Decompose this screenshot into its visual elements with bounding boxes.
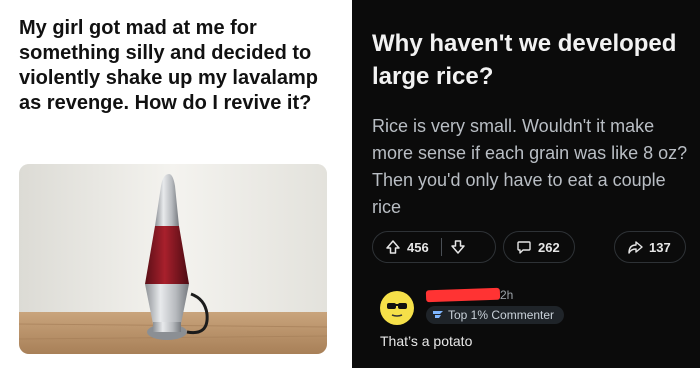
post-title: My girl got mad at me for something sill… — [19, 17, 319, 114]
comments-button[interactable]: 262 — [503, 231, 575, 263]
comment-text: That’s a potato — [380, 333, 473, 349]
lava-lamp-photo — [19, 164, 327, 354]
share-count: 137 — [649, 239, 671, 255]
share-icon — [627, 239, 643, 255]
badge-label: Top 1% Commenter — [448, 308, 555, 322]
redacted-username — [425, 287, 501, 303]
badge-icon — [432, 308, 448, 322]
top-commenter-badge: Top 1% Commenter — [426, 306, 565, 324]
comment-icon — [516, 239, 532, 255]
comment-count: 262 — [538, 239, 560, 255]
upvote-count: 456 — [407, 239, 429, 255]
downvote-icon[interactable] — [450, 239, 466, 255]
right-panel: Why haven't we developed large rice? Ric… — [352, 0, 700, 368]
left-panel: My girl got mad at me for something sill… — [0, 0, 352, 368]
sunglasses-avatar-icon[interactable] — [380, 291, 414, 325]
upvote-icon[interactable] — [385, 239, 401, 255]
post-body: Rice is very small. Wouldn't it make mor… — [372, 116, 688, 217]
share-button[interactable]: 137 — [614, 231, 686, 263]
lava-lamp-illustration — [19, 164, 327, 354]
post-title-rice: Why haven't we developed large rice? — [372, 30, 677, 90]
vote-control: 456 — [372, 231, 496, 263]
vote-separator — [440, 238, 442, 256]
comment-time: 2h — [500, 288, 514, 302]
